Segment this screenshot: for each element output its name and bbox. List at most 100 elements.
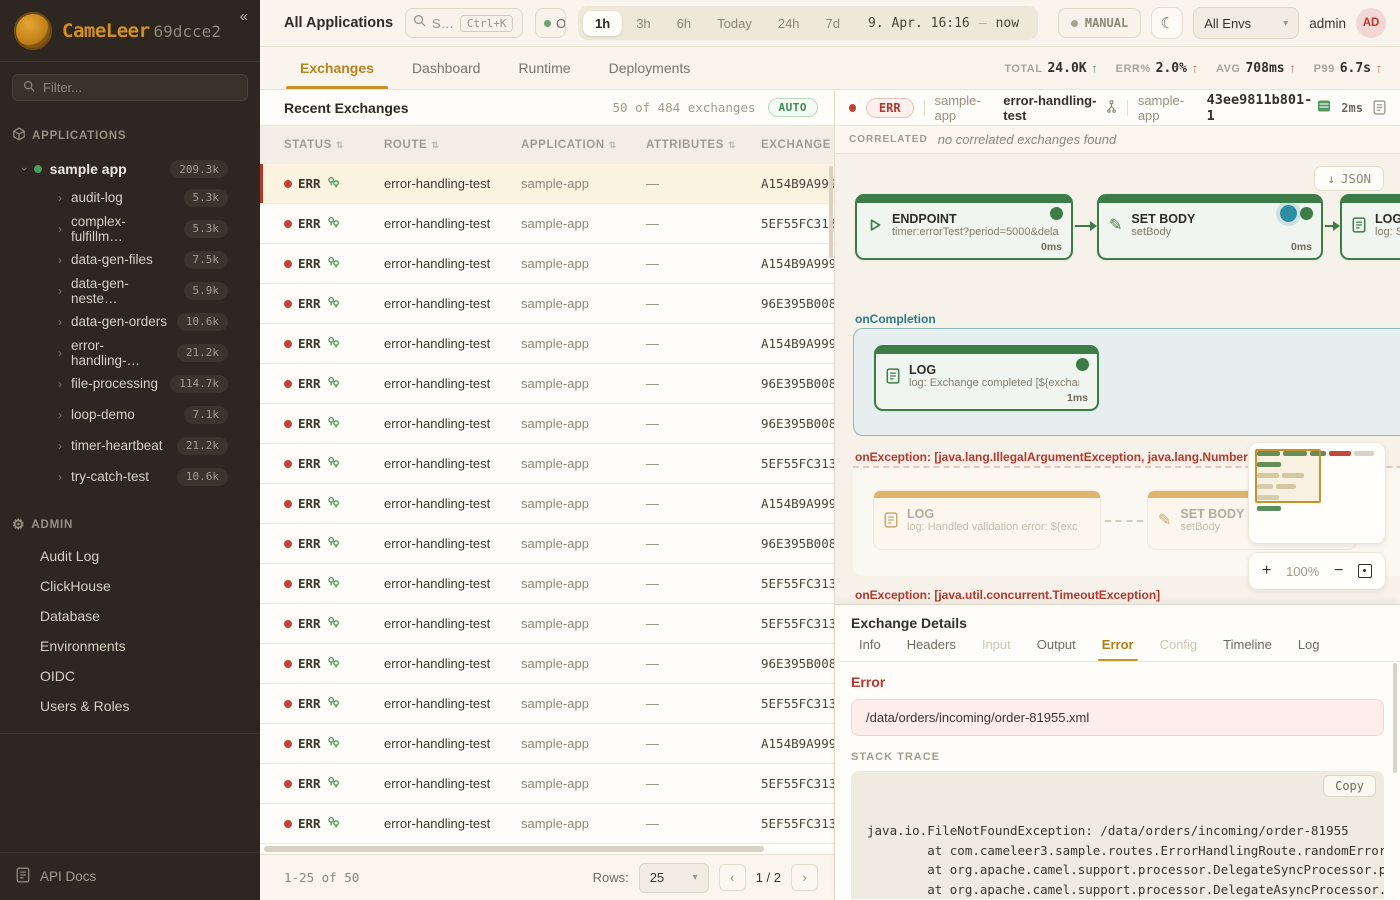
flow-minimap[interactable]	[1248, 442, 1386, 544]
api-docs-link[interactable]: API Docs	[0, 852, 260, 900]
tab[interactable]: Dashboard	[408, 47, 485, 89]
details-tab[interactable]: Output	[1037, 637, 1076, 661]
manual-refresh-button[interactable]: MANUAL	[1058, 8, 1141, 38]
column-header[interactable]: ROUTE ⇅	[384, 139, 521, 151]
table-row[interactable]: ERR error-handling-test sample-app — 5EF…	[260, 604, 834, 644]
table-row[interactable]: ERR error-handling-test sample-app — 5EF…	[260, 204, 834, 244]
sidebar-route-item[interactable]: › file-processing 114.7k	[0, 368, 260, 399]
detail-route-name[interactable]: error-handling-test	[1003, 93, 1117, 123]
sidebar-admin-item[interactable]: Database	[0, 601, 260, 631]
stack-trace[interactable]: java.io.FileNotFoundException: /data/ord…	[851, 771, 1384, 899]
details-tab[interactable]: Headers	[907, 637, 956, 661]
sidebar-route-item[interactable]: › try-catch-test 10.6k	[0, 461, 260, 492]
next-page-button[interactable]: ›	[791, 864, 818, 891]
zoom-out-button[interactable]: −	[1334, 562, 1343, 580]
table-row[interactable]: ERR error-handling-test sample-app — 5EF…	[260, 684, 834, 724]
online-indicator[interactable]: O	[535, 8, 566, 38]
environment-select[interactable]: All Envs ▾	[1193, 7, 1299, 39]
table-row[interactable]: ERR error-handling-test sample-app — 5EF…	[260, 764, 834, 804]
vertical-scrollbar[interactable]	[1393, 663, 1397, 773]
table-row[interactable]: ERR error-handling-test sample-app — A15…	[260, 164, 834, 204]
table-row[interactable]: ERR error-handling-test sample-app — 96E…	[260, 284, 834, 324]
flow-node-completion-log[interactable]: LOG log: Exchange completed [${exchan 1m…	[874, 345, 1099, 411]
sidebar-route-item[interactable]: › data-gen-neste… 5.9k	[0, 275, 260, 306]
vertical-scrollbar[interactable]	[829, 166, 833, 258]
time-range-display[interactable]: 9. Apr. 16:16 – now	[854, 16, 1033, 31]
document-icon[interactable]	[1373, 100, 1386, 115]
table-row[interactable]: ERR error-handling-test sample-app — 5EF…	[260, 564, 834, 604]
time-range-button[interactable]: Today	[705, 11, 764, 36]
sidebar-admin-item[interactable]: ClickHouse	[0, 571, 260, 601]
sidebar-admin-item[interactable]: OIDC	[0, 661, 260, 691]
chevron-right-icon: ›	[58, 377, 62, 391]
horizontal-scrollbar[interactable]	[264, 846, 764, 852]
status-dot	[284, 660, 292, 668]
sidebar-route-item[interactable]: › complex-fulfillm… 5.3k	[0, 213, 260, 244]
auto-refresh-badge[interactable]: AUTO	[768, 98, 819, 117]
zoom-in-button[interactable]: +	[1262, 562, 1271, 580]
details-tab[interactable]: Info	[859, 637, 881, 661]
sidebar-route-item[interactable]: › loop-demo 7.1k	[0, 399, 260, 430]
sidebar-admin-item[interactable]: Audit Log	[0, 541, 260, 571]
table-row[interactable]: ERR error-handling-test sample-app — A15…	[260, 484, 834, 524]
breakpoint-dot[interactable]	[1280, 205, 1297, 222]
details-tab[interactable]: Timeline	[1223, 637, 1272, 661]
time-range-button[interactable]: 1h	[583, 11, 622, 36]
details-tab[interactable]: Log	[1298, 637, 1320, 661]
tab[interactable]: Exchanges	[296, 47, 378, 89]
table-row[interactable]: ERR error-handling-test sample-app — 5EF…	[260, 444, 834, 484]
download-json-button[interactable]: ↓ JSON	[1314, 166, 1384, 191]
sidebar-route-item[interactable]: › data-gen-files 7.5k	[0, 244, 260, 275]
sidebar-filter-input[interactable]	[43, 80, 237, 95]
app-root: CameLeer69dcce2 « APPLICATIONS › sample …	[0, 0, 1400, 900]
trend-arrow-icon: ↑	[1192, 61, 1198, 75]
sidebar-collapse-button[interactable]: «	[240, 8, 248, 25]
details-tab[interactable]: Config	[1160, 637, 1198, 661]
dark-mode-toggle[interactable]: ☾	[1151, 7, 1183, 39]
rows-per-page-select[interactable]: 25 ▾	[639, 863, 709, 893]
sidebar-admin-item[interactable]: Users & Roles	[0, 691, 260, 721]
node-status-dot	[1050, 207, 1063, 220]
table-row[interactable]: ERR error-handling-test sample-app — A15…	[260, 244, 834, 284]
table-row[interactable]: ERR error-handling-test sample-app — 96E…	[260, 404, 834, 444]
copy-button[interactable]: Copy	[1323, 775, 1376, 797]
exchange-id[interactable]: 43ee9811b801-1	[1207, 92, 1332, 124]
flow-node-log[interactable]: LOG log: Sta	[1340, 194, 1400, 260]
sidebar-admin-item[interactable]: Environments	[0, 631, 260, 661]
details-tab[interactable]: Input	[982, 637, 1011, 661]
play-icon	[867, 217, 883, 233]
sidebar-route-item[interactable]: › audit-log 5.3k	[0, 182, 260, 213]
table-row[interactable]: ERR error-handling-test sample-app — 96E…	[260, 644, 834, 684]
status-dot	[284, 420, 292, 428]
sidebar-item-sample-app[interactable]: › sample app 209.3k	[0, 156, 260, 182]
flow-node-set-body[interactable]: ✎ SET BODY setBody 0ms	[1097, 194, 1323, 260]
flow-node-exception-log[interactable]: LOG log: Handled validation error: ${exc…	[873, 490, 1101, 550]
sidebar-route-item[interactable]: › data-gen-orders 10.6k	[0, 306, 260, 337]
sidebar-route-item[interactable]: › error-handling-… 21.2k	[0, 337, 260, 368]
column-header[interactable]: STATUS ⇅	[284, 139, 384, 151]
fit-view-button[interactable]	[1358, 564, 1372, 578]
column-header[interactable]: EXCHANGE ID ⇅	[761, 139, 834, 151]
table-row[interactable]: ERR error-handling-test sample-app — 5EF…	[260, 804, 834, 844]
table-row[interactable]: ERR error-handling-test sample-app — 96E…	[260, 524, 834, 564]
table-row[interactable]: ERR error-handling-test sample-app — A15…	[260, 724, 834, 764]
column-header[interactable]: ATTRIBUTES ⇅	[646, 139, 761, 151]
tab[interactable]: Deployments	[605, 47, 695, 89]
time-range-button[interactable]: 7d	[814, 11, 852, 36]
column-header[interactable]: APPLICATION ⇅	[521, 139, 646, 151]
time-range-button[interactable]: 24h	[766, 11, 812, 36]
route-flow-canvas[interactable]: ↓ JSON ENDPOINT timer:errorTest?period=5…	[835, 154, 1400, 604]
status-badge: ERR	[866, 98, 914, 118]
prev-page-button[interactable]: ‹	[719, 864, 746, 891]
flow-node-endpoint[interactable]: ENDPOINT timer:errorTest?period=5000&del…	[855, 194, 1073, 260]
avatar[interactable]: AD	[1356, 8, 1386, 38]
tab[interactable]: Runtime	[514, 47, 574, 89]
global-search[interactable]: S… Ctrl+K	[405, 8, 523, 38]
table-row[interactable]: ERR error-handling-test sample-app — A15…	[260, 324, 834, 364]
details-tab[interactable]: Error	[1102, 637, 1134, 661]
sidebar-route-item[interactable]: › timer-heartbeat 21.2k	[0, 430, 260, 461]
time-range-button[interactable]: 3h	[624, 11, 662, 36]
minimap-viewport[interactable]	[1255, 449, 1321, 503]
time-range-button[interactable]: 6h	[665, 11, 703, 36]
table-row[interactable]: ERR error-handling-test sample-app — 96E…	[260, 364, 834, 404]
